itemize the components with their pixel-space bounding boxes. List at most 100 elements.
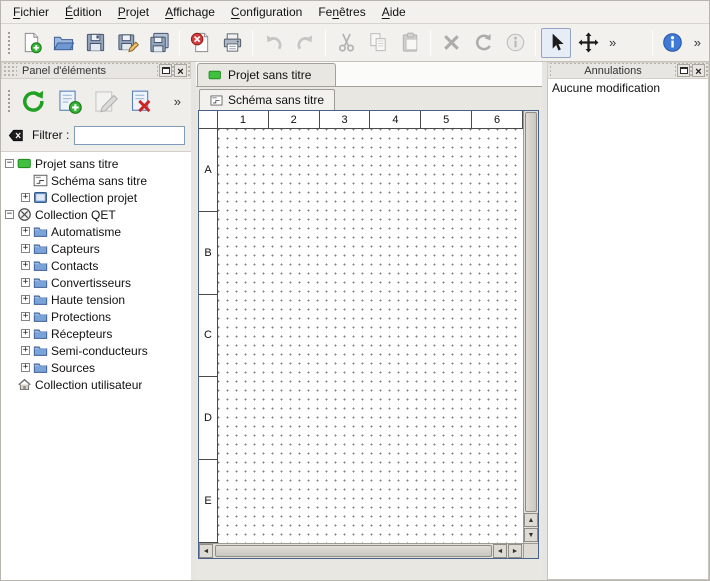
save-all-button[interactable] (144, 28, 174, 58)
tree-item[interactable]: Collection utilisateur (1, 376, 191, 393)
tree-item[interactable]: +Protections (1, 308, 191, 325)
delete-button[interactable] (436, 28, 466, 58)
expander-plus-icon[interactable]: + (21, 312, 30, 321)
filter-input[interactable] (74, 126, 185, 145)
panel-overflow-button[interactable]: » (169, 94, 188, 109)
element-new-button[interactable] (52, 84, 86, 118)
tree-item[interactable]: +Capteurs (1, 240, 191, 257)
hscroll-thumb[interactable] (215, 545, 492, 557)
mdi-area: Projet sans titre Schéma sans titre 1234… (196, 62, 542, 580)
reload-button[interactable] (16, 84, 50, 118)
vscroll-down-button[interactable] (524, 528, 538, 542)
menu-item-0[interactable]: Fichier (5, 2, 57, 22)
tree-item[interactable]: −Projet sans titre (1, 155, 191, 172)
qet-icon (17, 207, 32, 222)
menu-item-6[interactable]: Aide (374, 2, 414, 22)
elements-panel-float-button[interactable] (159, 64, 172, 77)
expander-plus-icon[interactable]: + (21, 261, 30, 270)
expander-plus-icon[interactable]: + (21, 329, 30, 338)
expander-plus-icon[interactable]: + (21, 363, 30, 372)
paste-button[interactable] (395, 28, 425, 58)
expander-plus-icon[interactable]: + (21, 227, 30, 236)
expander-minus-icon[interactable]: − (5, 210, 14, 219)
hscroll-left-end-button[interactable] (493, 544, 507, 558)
filter-clear-button[interactable] (5, 126, 27, 145)
schema-canvas[interactable] (218, 129, 523, 543)
copy-button[interactable] (363, 28, 393, 58)
select-arrow-button[interactable] (541, 28, 571, 58)
filter-row: Filtrer : (1, 123, 191, 151)
print-button[interactable] (217, 28, 247, 58)
hscroll-right-button[interactable] (508, 544, 522, 558)
menu-item-4[interactable]: Configuration (223, 2, 310, 22)
tree-item-label: Contacts (51, 259, 98, 273)
element-edit-button[interactable] (88, 84, 122, 118)
project-tab[interactable]: Projet sans titre (197, 63, 336, 86)
info-button[interactable] (500, 28, 530, 58)
folder-icon (33, 258, 48, 273)
cut-button[interactable] (331, 28, 361, 58)
expander-plus-icon[interactable]: + (21, 278, 30, 287)
expander-plus-icon[interactable]: + (21, 295, 30, 304)
vscroll-thumb[interactable] (525, 112, 537, 512)
tree-item[interactable]: +Sources (1, 359, 191, 376)
collection-blue-icon (33, 190, 48, 205)
menu-item-1[interactable]: Édition (57, 2, 110, 22)
toolbar-overflow-button[interactable]: » (604, 35, 621, 50)
undo-float-button[interactable] (677, 64, 690, 77)
elements-tree: −Projet sans titreSchéma sans titre+Coll… (1, 151, 191, 580)
toolbar-overflow-button[interactable]: » (689, 35, 706, 50)
tree-item[interactable]: + Récepteurs (1, 325, 191, 342)
column-label: 6 (472, 111, 523, 128)
menu-item-5[interactable]: Fenêtres (310, 2, 373, 22)
elements-panel-dock: Panel d'éléments » Filtrer : −Projet san… (1, 62, 191, 580)
toolbar-grip[interactable] (6, 30, 11, 56)
tree-item[interactable]: Schéma sans titre (1, 172, 191, 189)
open-project-button[interactable] (48, 28, 78, 58)
close-project-button[interactable] (185, 28, 215, 58)
row-label: A (199, 129, 217, 212)
expander-plus-icon[interactable]: + (21, 244, 30, 253)
tree-item[interactable]: +Semi-conducteurs (1, 342, 191, 359)
save-as-button[interactable] (112, 28, 142, 58)
redo-button[interactable] (290, 28, 320, 58)
hscroll-left-button[interactable] (199, 544, 213, 558)
about-button[interactable] (658, 28, 688, 58)
home-icon (17, 377, 32, 392)
expander-minus-icon[interactable]: − (5, 159, 14, 168)
menu-item-2[interactable]: Projet (110, 2, 157, 22)
open-project-icon (52, 31, 75, 54)
info-icon (504, 31, 527, 54)
row-label: C (199, 295, 217, 378)
elements-panel-close-button[interactable] (174, 64, 187, 77)
elements-panel-titlebar[interactable]: Panel d'éléments (1, 62, 191, 79)
tree-item-label: Récepteurs (51, 327, 112, 341)
tree-item[interactable]: +Automatisme (1, 223, 191, 240)
save-as-icon (116, 31, 139, 54)
vscroll-up-button[interactable] (524, 513, 538, 527)
tree-item[interactable]: +Haute tension (1, 291, 191, 308)
expander-plus-icon[interactable]: + (21, 346, 30, 355)
save-button[interactable] (80, 28, 110, 58)
column-label: 1 (218, 111, 269, 128)
rotate-button[interactable] (468, 28, 498, 58)
undo-titlebar[interactable]: Annulations (547, 62, 709, 79)
tree-item[interactable]: + Convertisseurs (1, 274, 191, 291)
expander-plus-icon[interactable]: + (21, 193, 30, 202)
schema-tab[interactable]: Schéma sans titre (199, 89, 335, 110)
undo-close-button[interactable] (692, 64, 705, 77)
pan-button[interactable] (573, 28, 603, 58)
tree-item[interactable]: +Collection projet (1, 189, 191, 206)
element-delete-button[interactable] (124, 84, 158, 118)
tree-item[interactable]: −Collection QET (1, 206, 191, 223)
undo-button[interactable] (258, 28, 288, 58)
tree-item[interactable]: + Contacts (1, 257, 191, 274)
tree-item-label: Convertisseurs (51, 276, 131, 290)
cut-icon (335, 31, 358, 54)
panel-toolbar-grip[interactable] (6, 88, 11, 114)
menu-item-3[interactable]: Affichage (157, 2, 223, 22)
close-project-icon (189, 31, 212, 54)
toolbar-items: »» (15, 26, 706, 59)
new-document-icon (20, 31, 43, 54)
new-document-button[interactable] (16, 28, 46, 58)
